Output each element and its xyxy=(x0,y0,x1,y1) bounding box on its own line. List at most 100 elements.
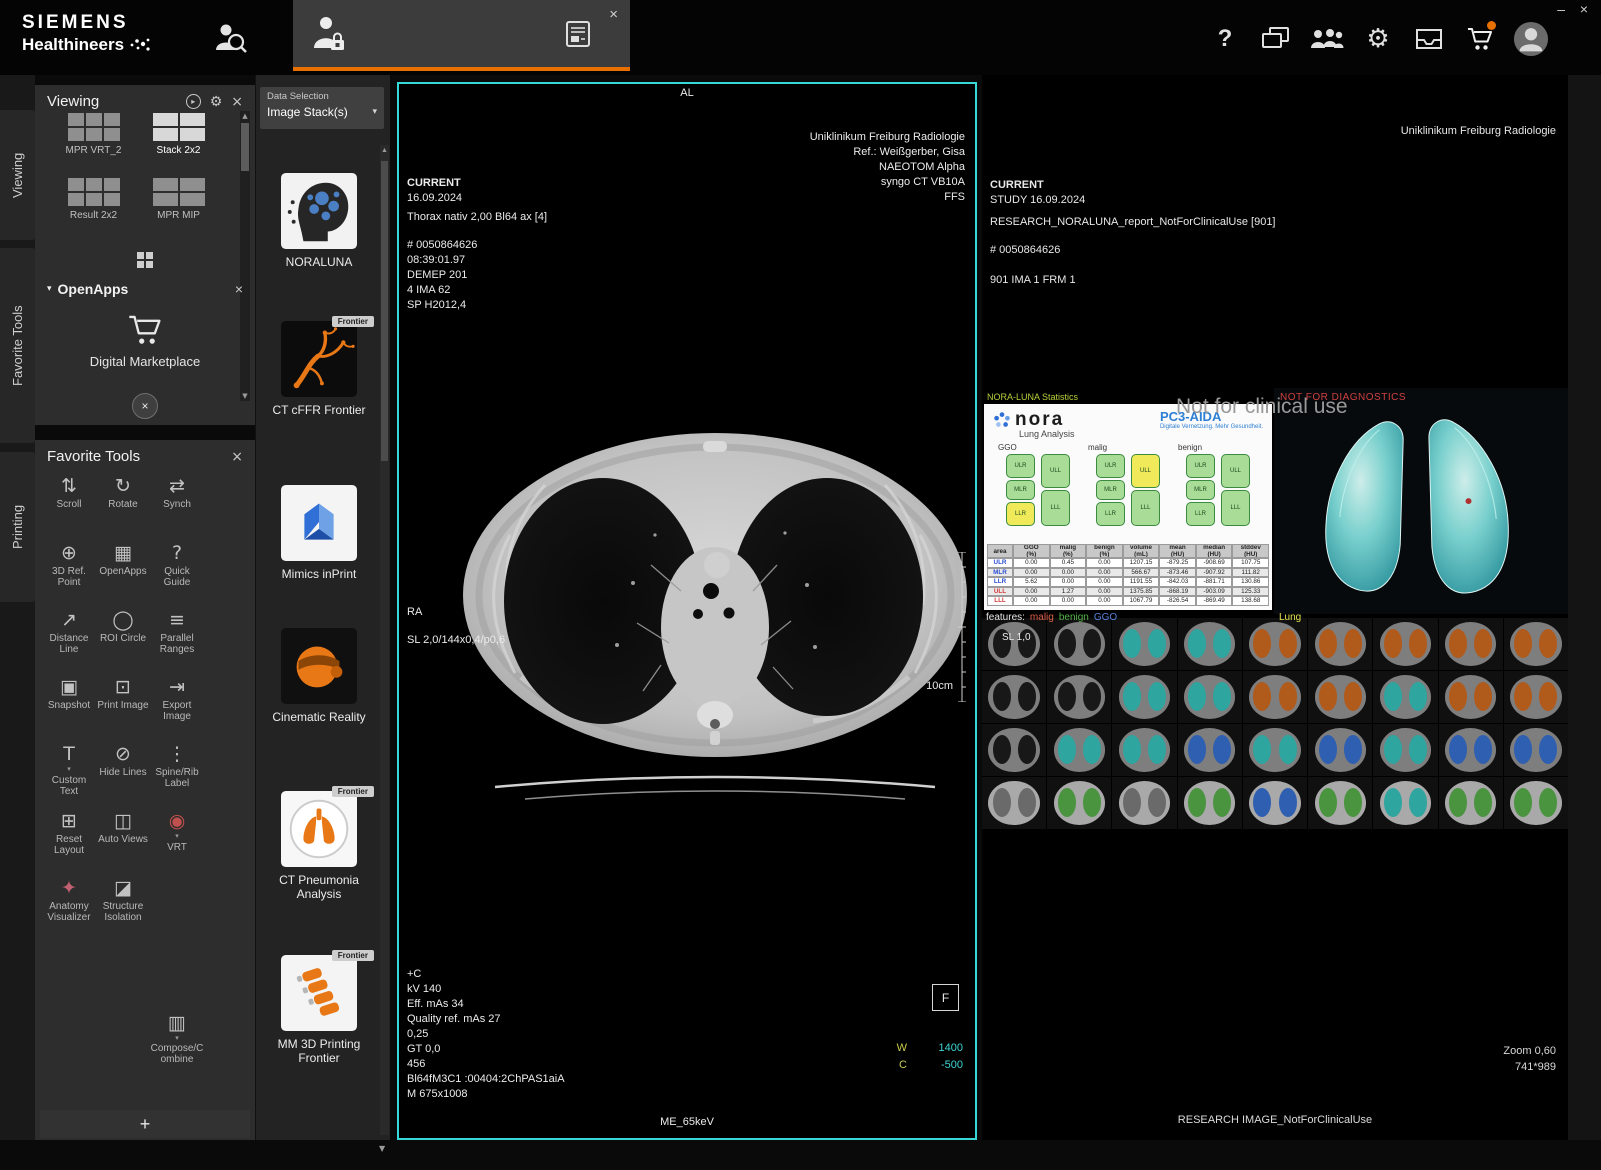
ct-thumbnail[interactable] xyxy=(1439,724,1503,776)
tool-button[interactable]: ⋮ Spine/Rib Label xyxy=(150,742,204,809)
ct-thumbnail[interactable] xyxy=(1504,671,1568,723)
ct-thumbnail[interactable] xyxy=(1178,777,1242,829)
cine-play-icon[interactable]: ▸ xyxy=(186,94,201,109)
tool-button[interactable]: ↻ Rotate xyxy=(96,474,150,541)
ct-thumbnail[interactable] xyxy=(1178,671,1242,723)
ct-thumbnail[interactable] xyxy=(1047,671,1111,723)
collaboration-button[interactable] xyxy=(1309,20,1345,58)
more-layouts-icon[interactable] xyxy=(137,252,153,268)
scroll-down-icon[interactable]: ▼ xyxy=(379,1144,385,1153)
tool-button[interactable]: ⊞ Reset Layout xyxy=(42,809,96,876)
ct-thumbnail[interactable] xyxy=(982,777,1046,829)
ct-thumbnail[interactable] xyxy=(1243,671,1307,723)
ct-axial-image[interactable] xyxy=(455,415,975,805)
ct-thumbnail[interactable] xyxy=(1504,724,1568,776)
tool-button[interactable]: T ▾ Custom Text xyxy=(42,742,96,809)
gear-icon[interactable]: ⚙ xyxy=(210,95,223,109)
tool-button[interactable]: ◉ ▾ VRT xyxy=(150,809,204,876)
report-viewport[interactable]: Uniklinikum Freiburg Radiologie CURRENT … xyxy=(982,75,1568,1140)
tool-button[interactable]: ◯ ROI Circle xyxy=(96,608,150,675)
layout-stack-2x2[interactable]: Stack 2x2 xyxy=(136,113,221,161)
window-minimize-button[interactable]: – xyxy=(1557,1,1565,17)
tool-button[interactable]: ✦ Anatomy Visualizer xyxy=(42,876,96,943)
help-button[interactable]: ? xyxy=(1207,20,1243,58)
tool-button[interactable]: ⊕ 3D Ref. Point xyxy=(42,541,96,608)
series-navigator-icon[interactable] xyxy=(565,20,591,53)
ct-thumbnail[interactable] xyxy=(1308,777,1372,829)
app-mimics-inprint[interactable]: Mimics inPrint xyxy=(256,485,382,581)
ct-thumbnail[interactable] xyxy=(1439,777,1503,829)
ct-thumbnail[interactable] xyxy=(1243,724,1307,776)
add-tool-button[interactable]: + xyxy=(40,1110,250,1138)
scroll-up-icon[interactable]: ▲ xyxy=(380,147,389,154)
tool-button[interactable]: ⇄ Synch xyxy=(150,474,204,541)
user-avatar[interactable] xyxy=(1513,20,1549,58)
window-close-button[interactable]: × xyxy=(1580,1,1588,17)
ct-thumbnail[interactable] xyxy=(1243,777,1307,829)
ct-thumbnail[interactable] xyxy=(1504,777,1568,829)
ct-thumbnail[interactable] xyxy=(1112,618,1176,670)
main-image-viewport[interactable]: AL CURRENT 16.09.2024 Thorax nativ 2,00 … xyxy=(397,82,977,1140)
tool-button[interactable]: ▣ Snapshot xyxy=(42,675,96,742)
app-noraluna[interactable]: NORALUNA xyxy=(256,173,382,269)
app-mm-3d-printing[interactable]: Frontier MM 3D Printing Frontier xyxy=(256,955,382,1065)
ct-thumbnail[interactable] xyxy=(1308,618,1372,670)
tool-button[interactable]: ⇅ Scroll xyxy=(42,474,96,541)
settings-button[interactable]: ⚙ xyxy=(1360,20,1396,58)
layout-result-2x2[interactable]: Result 2x2 xyxy=(51,178,136,226)
ct-thumbnail[interactable] xyxy=(1112,671,1176,723)
tool-button[interactable]: ≡ Parallel Ranges xyxy=(150,608,204,675)
rail-tab-favorite-tools[interactable]: Favorite Tools xyxy=(0,248,35,443)
ct-thumbnail[interactable] xyxy=(1308,671,1372,723)
layout-mpr-mip[interactable]: MPR MIP xyxy=(136,178,221,226)
ct-thumbnail[interactable] xyxy=(1373,618,1437,670)
ct-thumbnail[interactable] xyxy=(1047,777,1111,829)
patient-search-button[interactable] xyxy=(213,20,247,61)
ct-thumbnail[interactable] xyxy=(1047,618,1111,670)
ct-thumbnail[interactable] xyxy=(1243,618,1307,670)
patient-tab[interactable]: × xyxy=(293,0,630,71)
marketplace-cart-button[interactable] xyxy=(1462,20,1498,58)
tool-button[interactable]: ◫ Auto Views xyxy=(96,809,150,876)
app-ct-pneumonia[interactable]: Frontier CT Pneumonia Analysis xyxy=(256,791,382,901)
openapps-section-header[interactable]: ▾ OpenApps × xyxy=(47,281,243,297)
panel-collapse-button[interactable]: × xyxy=(132,393,158,419)
ct-thumbnail[interactable] xyxy=(1439,671,1503,723)
ct-thumbnail[interactable] xyxy=(1112,777,1176,829)
ct-thumbnail[interactable] xyxy=(1373,777,1437,829)
tool-button[interactable]: ▦ OpenApps xyxy=(96,541,150,608)
ct-thumbnail[interactable] xyxy=(1047,724,1111,776)
data-panel-scrollbar[interactable]: ▲ xyxy=(380,145,389,1135)
ct-thumbnail[interactable] xyxy=(1504,618,1568,670)
ct-thumbnail[interactable] xyxy=(1308,724,1372,776)
tool-button[interactable]: ↗ Distance Line xyxy=(42,608,96,675)
tool-button[interactable]: ? Quick Guide xyxy=(150,541,204,608)
scroll-up-icon[interactable]: ▲ xyxy=(240,112,250,120)
layout-monitors-button[interactable] xyxy=(1258,20,1294,58)
ct-thumbnail[interactable] xyxy=(1373,724,1437,776)
scrollbar-thumb[interactable] xyxy=(381,161,388,461)
ct-thumbnail[interactable] xyxy=(982,618,1046,670)
ct-thumbnail[interactable] xyxy=(1178,618,1242,670)
ct-thumbnail[interactable] xyxy=(1178,724,1242,776)
digital-marketplace-button[interactable]: Digital Marketplace xyxy=(35,313,255,369)
data-selection-dropdown[interactable]: Data Selection Image Stack(s) ▾ xyxy=(260,87,384,129)
tool-button[interactable]: ⊡ Print Image xyxy=(96,675,150,742)
tool-button[interactable]: ▥ ▾ Compose/Combine xyxy=(150,943,204,1011)
layout-mpr-vrt[interactable]: MPR VRT_2 xyxy=(51,113,136,161)
scroll-down-icon[interactable]: ▼ xyxy=(240,392,250,400)
inbox-button[interactable] xyxy=(1411,20,1447,58)
close-icon[interactable]: × xyxy=(231,95,243,109)
tool-button[interactable]: ⊘ Hide Lines xyxy=(96,742,150,809)
ct-thumbnail[interactable] xyxy=(982,724,1046,776)
app-ct-cffr[interactable]: Frontier CT cFFR Frontier xyxy=(256,321,382,417)
rail-tab-viewing[interactable]: Viewing xyxy=(0,110,35,240)
tab-close-button[interactable]: × xyxy=(609,6,618,23)
rail-tab-printing[interactable]: Printing xyxy=(0,452,35,602)
close-icon[interactable]: × xyxy=(231,450,243,464)
app-cinematic-reality[interactable]: Cinematic Reality xyxy=(256,628,382,724)
scrollbar-thumb[interactable] xyxy=(241,123,249,171)
close-icon[interactable]: × xyxy=(235,281,243,297)
ct-thumbnail[interactable] xyxy=(1439,618,1503,670)
tool-button[interactable]: ◪ Structure Isolation xyxy=(96,876,150,943)
